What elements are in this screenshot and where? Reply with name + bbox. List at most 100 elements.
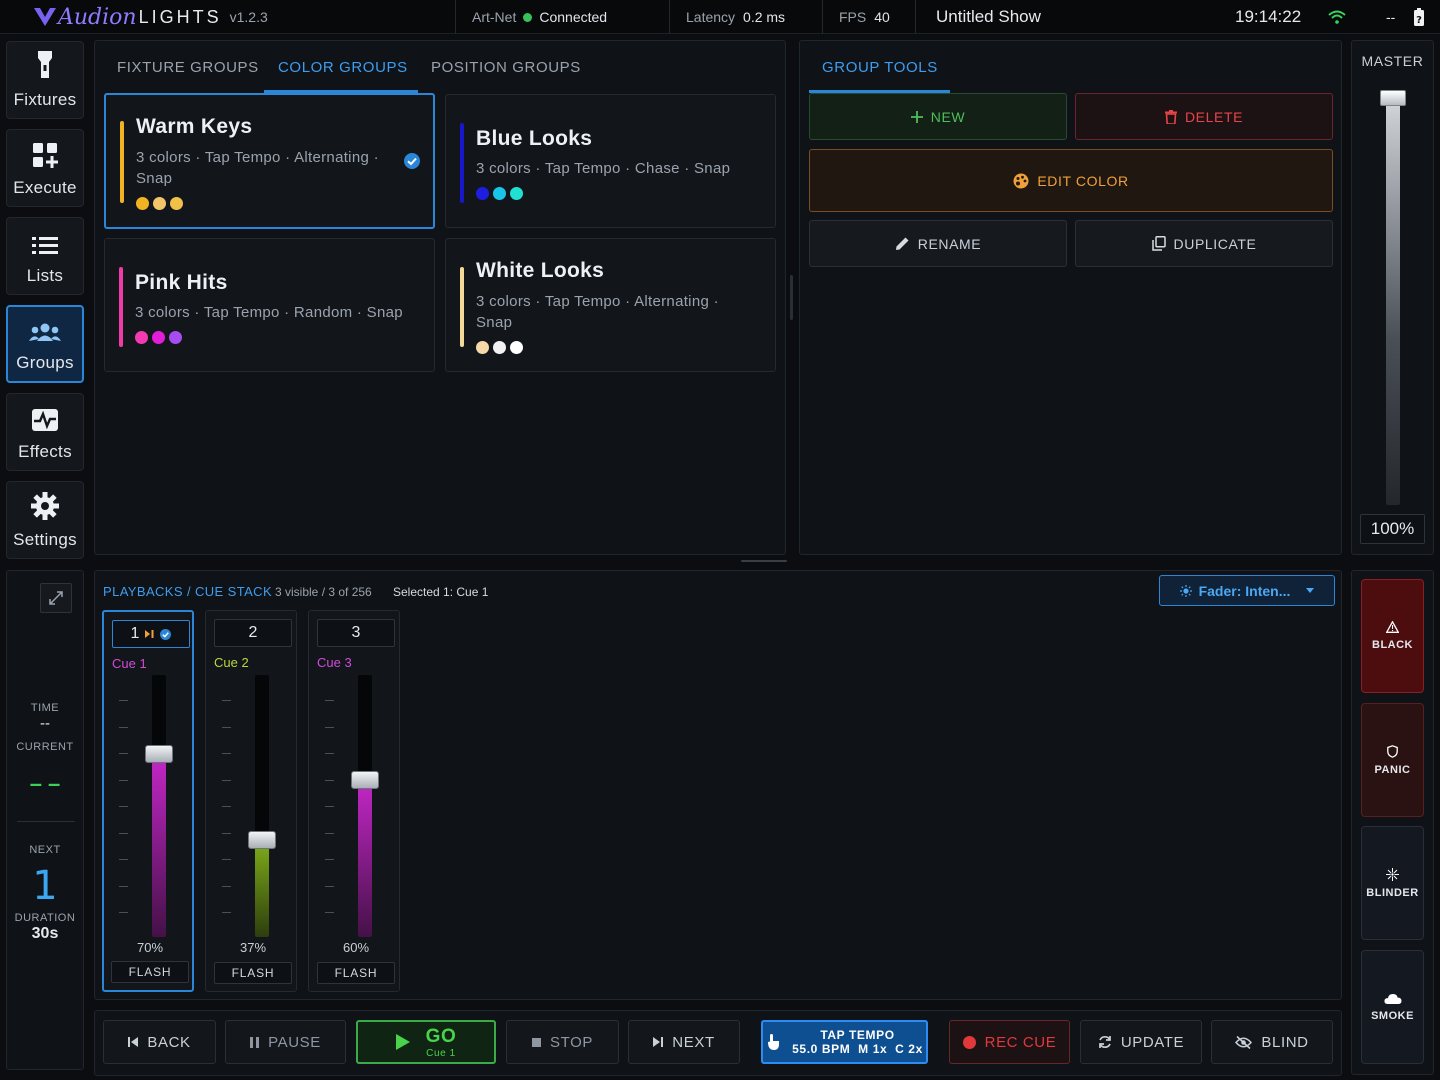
fader-tick [222, 912, 231, 913]
go-button[interactable]: GO Cue 1 [356, 1020, 496, 1064]
fader-mode-dropdown[interactable]: Fader: Inten... [1159, 575, 1335, 606]
color-group-bar [120, 121, 124, 203]
show-name[interactable]: Untitled Show [936, 0, 1041, 34]
next-button[interactable]: NEXT [628, 1020, 740, 1064]
swatch [153, 197, 166, 210]
gear-icon [31, 492, 59, 520]
logo-icon [34, 8, 56, 26]
panel-splitter-handle[interactable] [790, 275, 793, 320]
tap-hand-icon [768, 1034, 780, 1050]
cue-number-box[interactable]: 3 [317, 619, 395, 647]
cue-fader-knob[interactable] [248, 831, 276, 849]
cue-selected-info: Selected 1: Cue 1 [393, 585, 489, 599]
app-logo: Audion LIGHTS v1.2.3 [32, 0, 268, 34]
duration-value: 30s [31, 925, 59, 942]
tap-tempo-button[interactable]: TAP TEMPO 55.0 BPM M 1x C 2x [761, 1020, 928, 1064]
chevron-down-icon [1306, 588, 1315, 593]
fader-tick [222, 859, 231, 860]
cue-fader-knob[interactable] [351, 771, 379, 789]
color-group-card-pink-hits[interactable]: Pink Hits 3 colors · Tap Tempo · Random … [104, 238, 435, 372]
playback-status-panel: TIME -- CURRENT – – NEXT 1 DURATION 30s [6, 570, 84, 1070]
sidebar-item-effects[interactable]: Effects [6, 393, 84, 471]
fader-tick [119, 859, 128, 860]
fader-tick [325, 912, 334, 913]
sidebar-item-settings[interactable]: Settings [6, 481, 84, 559]
next-label: NEXT [29, 844, 61, 856]
update-button[interactable]: UPDATE [1080, 1020, 1202, 1064]
panic-button[interactable]: PANIC [1361, 703, 1424, 817]
fader-tick [325, 885, 334, 887]
pause-button[interactable]: PAUSE [225, 1020, 346, 1064]
master-value: 100% [1360, 514, 1425, 544]
fader-tick [222, 806, 231, 807]
cue-column-3[interactable]: 3 Cue 3 [308, 610, 400, 992]
sidebar-item-fixtures[interactable]: Fixtures [6, 41, 84, 119]
status-dashes: -- [1386, 9, 1396, 25]
new-group-button[interactable]: NEW [809, 93, 1067, 140]
flash-button-cue-1[interactable]: FLASH [111, 961, 189, 983]
sidebar-item-execute[interactable]: Execute [6, 129, 84, 207]
pause-icon [250, 1036, 260, 1048]
color-group-bar [460, 267, 464, 347]
clock: 19:14:22 [1235, 7, 1302, 26]
stop-icon [532, 1037, 541, 1047]
list-icon [32, 237, 58, 254]
master-fader-track[interactable] [1386, 90, 1400, 505]
color-group-card-warm-keys[interactable]: Warm Keys 3 colors · Tap Tempo · Alterna… [104, 93, 435, 229]
plus-icon [910, 110, 923, 123]
tab-position-groups[interactable]: POSITION GROUPS [431, 41, 581, 93]
palette-icon [1013, 173, 1029, 188]
svg-text:?: ? [1416, 15, 1422, 26]
cue-number-box[interactable]: 2 [214, 619, 292, 647]
sparkle-icon [1386, 867, 1399, 881]
swatch [136, 197, 149, 210]
flash-button-cue-3[interactable]: FLASH [317, 962, 395, 984]
tab-color-groups[interactable]: COLOR GROUPS [278, 41, 408, 93]
section-resize-handle[interactable] [741, 560, 787, 562]
swatch [510, 341, 523, 354]
warning-icon [1386, 621, 1399, 633]
sidebar-item-lists[interactable]: Lists [6, 217, 84, 295]
tab-fixture-groups[interactable]: FIXTURE GROUPS [117, 41, 259, 93]
swatch [493, 341, 506, 354]
fader-tick [119, 806, 128, 807]
color-group-bar [460, 123, 464, 203]
swatch [169, 331, 182, 344]
master-fader-knob[interactable] [1380, 90, 1406, 106]
expand-button[interactable] [40, 583, 72, 613]
check-circle-icon [160, 628, 172, 640]
cue-visible-info: 3 visible / 3 of 256 [275, 585, 372, 599]
sidebar-item-groups[interactable]: Groups [6, 305, 84, 383]
fader-tick [119, 912, 128, 913]
sidebar: Fixtures Execute Lists Groups Effects Se… [0, 36, 92, 559]
blinder-button[interactable]: BLINDER [1361, 826, 1424, 940]
fader-tick [119, 726, 128, 728]
duration-label: DURATION [14, 912, 76, 924]
color-swatches [136, 197, 187, 215]
back-button[interactable]: BACK [103, 1020, 216, 1064]
flash-button-cue-2[interactable]: FLASH [214, 962, 292, 984]
cue-column-2[interactable]: 2 Cue 2 [205, 610, 297, 992]
delete-group-button[interactable]: DELETE [1075, 93, 1333, 140]
cue-column-1[interactable]: 1 Cue 1 [102, 610, 194, 992]
cue-number-box[interactable]: 1 [112, 620, 190, 648]
edit-color-button[interactable]: EDIT COLOR [809, 149, 1333, 212]
rename-group-button[interactable]: RENAME [809, 220, 1067, 267]
fader-tick [325, 859, 334, 860]
blind-button[interactable]: BLIND [1211, 1020, 1333, 1064]
go-cue-label: Cue 1 [426, 1047, 456, 1059]
blackout-button[interactable]: BLACK [1361, 579, 1424, 693]
cue-fader-knob[interactable] [145, 745, 173, 763]
color-swatches [476, 187, 527, 205]
color-group-card-white-looks[interactable]: White Looks 3 colors · Tap Tempo · Alter… [445, 238, 776, 372]
smoke-button[interactable]: SMOKE [1361, 950, 1424, 1064]
refresh-icon [1098, 1036, 1111, 1048]
current-value: – – [29, 771, 61, 796]
color-group-card-blue-looks[interactable]: Blue Looks 3 colors · Tap Tempo · Chase … [445, 94, 776, 228]
stop-button[interactable]: STOP [506, 1020, 619, 1064]
cue-level-pct: 70% [136, 940, 164, 955]
rec-cue-button[interactable]: REC CUE [949, 1020, 1070, 1064]
duplicate-group-button[interactable]: DUPLICATE [1075, 220, 1333, 267]
sun-icon [1179, 584, 1192, 597]
fader-tick [222, 885, 231, 887]
